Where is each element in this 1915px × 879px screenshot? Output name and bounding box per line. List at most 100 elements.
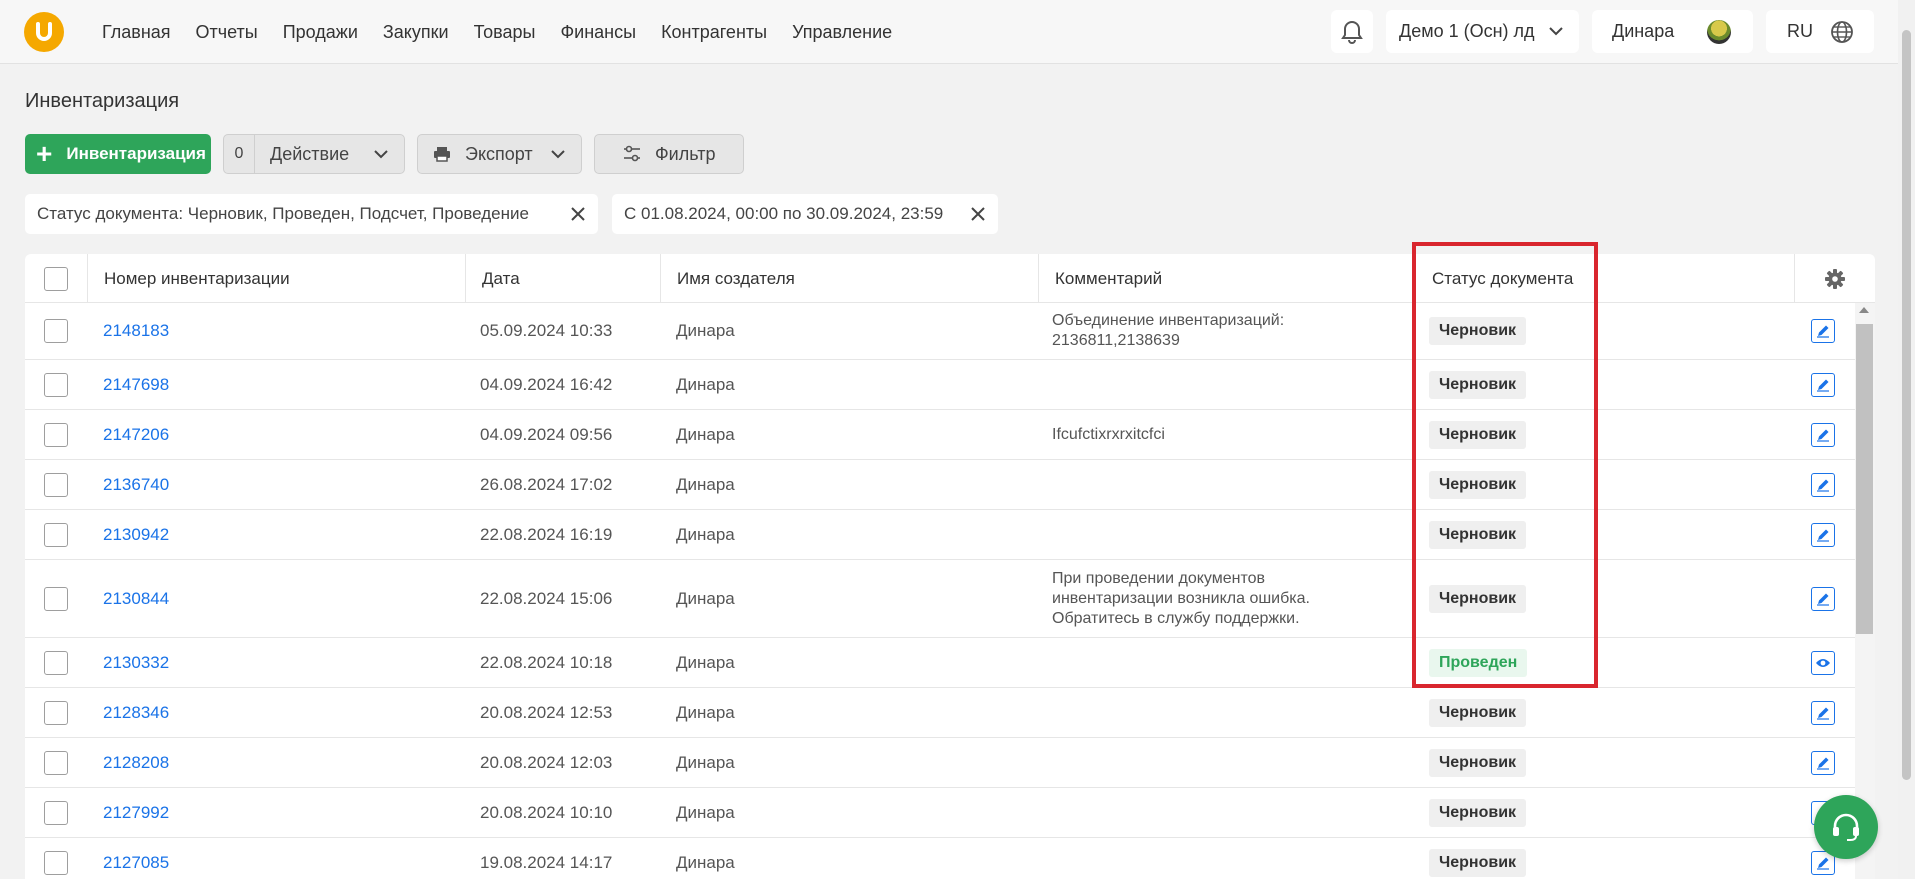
- date-cell: 22.08.2024 15:06: [480, 588, 613, 608]
- gear-icon[interactable]: [1824, 268, 1846, 290]
- pencil-icon: [1817, 529, 1829, 542]
- nav-item-purchases[interactable]: Закупки: [383, 22, 449, 43]
- date-cell: 22.08.2024 16:19: [480, 524, 613, 544]
- row-checkbox[interactable]: [44, 319, 68, 343]
- row-checkbox[interactable]: [44, 800, 68, 825]
- pencil-icon: [1817, 707, 1829, 720]
- creator-cell: Динара: [676, 852, 735, 872]
- edit-button[interactable]: [1811, 422, 1835, 447]
- row-checkbox-cell: [44, 360, 68, 409]
- notifications-button[interactable]: [1331, 10, 1373, 53]
- comment-cell: [1052, 638, 1382, 687]
- support-chat-button[interactable]: [1814, 795, 1878, 859]
- inventory-number-link[interactable]: 2130942: [103, 525, 169, 545]
- filter-label: Фильтр: [655, 143, 716, 164]
- table-row[interactable]: 2127085 19.08.2024 14:17 Динара Черновик: [25, 838, 1855, 879]
- date-cell: 20.08.2024 12:03: [480, 752, 613, 772]
- add-inventory-button[interactable]: + Инвентаризация: [25, 134, 211, 174]
- inventory-number-link[interactable]: 2147206: [103, 425, 169, 445]
- number-cell: 2148183: [103, 303, 169, 359]
- creator-cell: Динара: [676, 321, 735, 340]
- view-button[interactable]: [1811, 650, 1835, 675]
- row-checkbox[interactable]: [44, 700, 68, 725]
- edit-button[interactable]: [1811, 472, 1835, 497]
- row-action-cell: [1811, 460, 1835, 509]
- chevron-down-icon: [551, 150, 565, 159]
- inventory-number-link[interactable]: 2147698: [103, 375, 169, 395]
- column-header-comment[interactable]: Комментарий: [1038, 254, 1423, 303]
- table-row[interactable]: 2128346 20.08.2024 12:53 Динара Черновик: [25, 688, 1855, 738]
- number-cell: 2128346: [103, 688, 169, 737]
- nav-item-management[interactable]: Управление: [792, 22, 892, 43]
- row-checkbox[interactable]: [44, 750, 68, 775]
- comment-cell: [1052, 738, 1382, 787]
- bell-icon: [1341, 20, 1363, 44]
- row-checkbox[interactable]: [44, 586, 68, 611]
- user-menu[interactable]: Динара: [1592, 10, 1753, 53]
- nav-item-home[interactable]: Главная: [102, 22, 171, 43]
- row-checkbox-cell: [44, 560, 68, 637]
- row-action-cell: [1811, 360, 1835, 409]
- row-checkbox-cell: [44, 838, 68, 879]
- row-checkbox[interactable]: [44, 372, 68, 397]
- pencil-icon: [1817, 379, 1829, 392]
- number-cell: 2130332: [103, 638, 169, 687]
- row-checkbox[interactable]: [44, 522, 68, 547]
- app-logo[interactable]: [24, 12, 64, 52]
- close-icon[interactable]: [568, 204, 588, 224]
- export-dropdown[interactable]: Экспорт: [417, 134, 582, 174]
- row-checkbox[interactable]: [44, 472, 68, 497]
- sliders-icon: [624, 145, 640, 162]
- date-filter-chip: С 01.08.2024, 00:00 по 30.09.2024, 23:59: [612, 194, 998, 234]
- select-all-checkbox[interactable]: [44, 266, 68, 291]
- edit-button[interactable]: [1811, 372, 1835, 397]
- table-row[interactable]: 2127992 20.08.2024 10:10 Динара Черновик: [25, 788, 1855, 838]
- table-row[interactable]: 2128208 20.08.2024 12:03 Динара Черновик: [25, 738, 1855, 788]
- inventory-number-link[interactable]: 2127085: [103, 853, 169, 873]
- logo-u-icon: [36, 22, 52, 41]
- main-nav: Главная Отчеты Продажи Закупки Товары Фи…: [102, 0, 917, 64]
- nav-item-finance[interactable]: Финансы: [560, 22, 636, 43]
- inventory-number-link[interactable]: 2136740: [103, 475, 169, 495]
- edit-button[interactable]: [1811, 522, 1835, 547]
- edit-button[interactable]: [1811, 586, 1835, 611]
- comment-cell: [1052, 838, 1382, 879]
- comment-cell: [1052, 788, 1382, 837]
- inventory-number-link[interactable]: 2128346: [103, 703, 169, 723]
- inventory-number-link[interactable]: 2130332: [103, 653, 169, 673]
- scroll-up-arrow-icon[interactable]: [1859, 307, 1869, 313]
- store-select[interactable]: Демо 1 (Осн) лд: [1386, 10, 1579, 53]
- inventory-number-link[interactable]: 2148183: [103, 321, 169, 341]
- action-dropdown[interactable]: 0 Действие: [223, 134, 405, 174]
- nav-item-reports[interactable]: Отчеты: [196, 22, 258, 43]
- table-scrollbar-thumb[interactable]: [1856, 324, 1873, 634]
- row-action-cell: [1811, 510, 1835, 559]
- page-scrollbar-thumb[interactable]: [1902, 30, 1911, 780]
- edit-button[interactable]: [1811, 700, 1835, 725]
- nav-item-sales[interactable]: Продажи: [283, 22, 358, 43]
- nav-item-products[interactable]: Товары: [474, 22, 536, 43]
- inventory-number-link[interactable]: 2127992: [103, 803, 169, 823]
- inventory-number-link[interactable]: 2130844: [103, 589, 169, 609]
- edit-button[interactable]: [1811, 750, 1835, 775]
- creator-cell: Динара: [676, 652, 735, 672]
- column-header-number[interactable]: Номер инвентаризации: [87, 254, 466, 303]
- creator-cell: Динара: [676, 474, 735, 494]
- row-checkbox[interactable]: [44, 422, 68, 447]
- row-checkbox[interactable]: [44, 650, 68, 675]
- row-checkbox-cell: [44, 688, 68, 737]
- column-header-creator[interactable]: Имя создателя: [660, 254, 1040, 303]
- headset-icon: [1833, 813, 1859, 841]
- creator-cell: Динара: [676, 702, 735, 722]
- status-badge: Черновик: [1429, 748, 1527, 777]
- filter-button[interactable]: Фильтр: [594, 134, 744, 174]
- language-select[interactable]: RU: [1766, 10, 1874, 53]
- column-header-date[interactable]: Дата: [465, 254, 665, 303]
- edit-button[interactable]: [1811, 319, 1835, 343]
- row-checkbox[interactable]: [44, 850, 68, 875]
- add-inventory-label: Инвентаризация: [66, 144, 206, 163]
- close-icon[interactable]: [968, 204, 988, 224]
- inventory-number-link[interactable]: 2128208: [103, 753, 169, 773]
- comment-text: Объединение инвентаризаций: 2136811,2138…: [1052, 312, 1285, 349]
- nav-item-counterparties[interactable]: Контрагенты: [661, 22, 767, 43]
